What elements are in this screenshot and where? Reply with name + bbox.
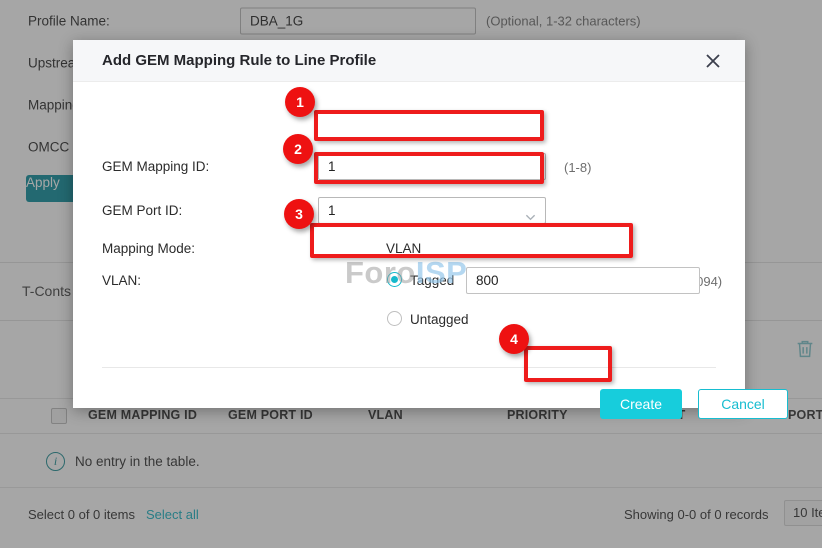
- add-gem-mapping-rule-dialog: Add GEM Mapping Rule to Line Profile GEM…: [73, 40, 745, 408]
- gem-mapping-id-label: GEM Mapping ID:: [102, 159, 209, 174]
- mapping-mode-label: Mapping Mode:: [102, 241, 195, 256]
- vlan-label: VLAN:: [102, 273, 141, 288]
- cancel-button[interactable]: Cancel: [698, 389, 788, 419]
- create-button[interactable]: Create: [600, 389, 682, 419]
- vlan-value-input[interactable]: 800: [466, 267, 700, 294]
- dialog-body: GEM Mapping ID: 1 (1-8) GEM Port ID: 1 M…: [73, 82, 745, 364]
- gem-port-id-select[interactable]: 1: [318, 197, 546, 224]
- radio-tagged[interactable]: [387, 272, 402, 287]
- dialog-title: Add GEM Mapping Rule to Line Profile: [102, 52, 376, 69]
- dialog-separator: [102, 367, 716, 368]
- radio-untagged[interactable]: [387, 311, 402, 326]
- gem-port-id-value: 1: [328, 203, 336, 218]
- gem-mapping-id-hint: (1-8): [564, 160, 591, 175]
- gem-mapping-id-input[interactable]: 1: [318, 153, 546, 180]
- radio-tagged-label[interactable]: Tagged: [410, 273, 454, 288]
- chevron-down-icon: [525, 206, 536, 217]
- dialog-header: Add GEM Mapping Rule to Line Profile: [73, 40, 745, 82]
- radio-untagged-label[interactable]: Untagged: [410, 312, 469, 327]
- close-icon[interactable]: [703, 51, 723, 71]
- gem-port-id-label: GEM Port ID:: [102, 203, 182, 218]
- mapping-mode-value: VLAN: [386, 241, 421, 256]
